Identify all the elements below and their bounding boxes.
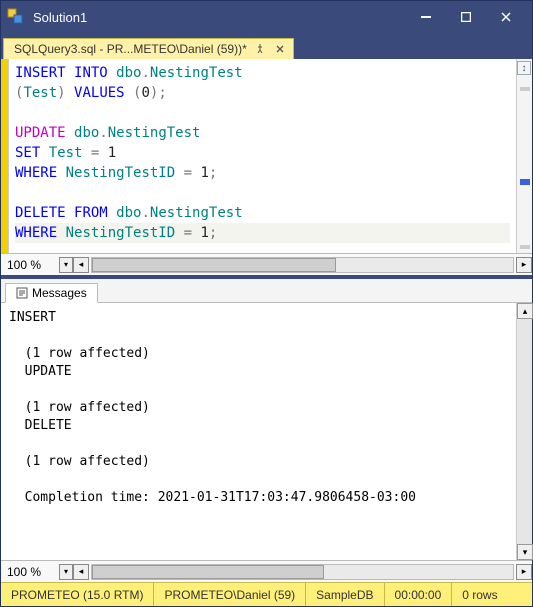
results-hscrollbar[interactable] [91, 564, 514, 580]
results-hscroll-left-button[interactable]: ◂ [73, 564, 89, 580]
editor-hscrollbar[interactable] [91, 257, 514, 273]
change-indicator-bar [1, 59, 9, 253]
results-zoom-dropdown[interactable]: ▾ [59, 564, 73, 580]
vscroll-down-button[interactable]: ▾ [517, 544, 533, 560]
results-hscroll-right-button[interactable]: ▸ [516, 564, 532, 580]
split-toggle-icon[interactable]: ↕ [517, 61, 531, 75]
status-user: PROMETEO\Daniel (59) [154, 583, 306, 606]
hscroll-left-button[interactable]: ◂ [73, 257, 89, 273]
messages-output[interactable]: INSERT (1 row affected) UPDATE (1 row af… [1, 303, 516, 560]
window-title: Solution1 [33, 10, 87, 25]
titlebar: Solution1 [1, 1, 532, 33]
messages-vscrollbar[interactable]: ▴ ▾ [516, 303, 532, 560]
statusbar: PROMETEO (15.0 RTM) PROMETEO\Daniel (59)… [1, 582, 532, 606]
document-tab-label: SQLQuery3.sql - PR...METEO\Daniel (59))* [14, 42, 247, 56]
messages-tab-label: Messages [32, 286, 87, 300]
status-server: PROMETEO (15.0 RTM) [1, 583, 154, 606]
editor-pane: INSERT INTO dbo.NestingTest (Test) VALUE… [1, 59, 532, 279]
editor-zoom-dropdown[interactable]: ▾ [59, 257, 73, 273]
app-icon [7, 8, 25, 26]
main: INSERT INTO dbo.NestingTest (Test) VALUE… [1, 59, 532, 582]
status-database: SampleDB [306, 583, 384, 606]
document-tabbar: SQLQuery3.sql - PR...METEO\Daniel (59))* [1, 33, 532, 59]
document-tab[interactable]: SQLQuery3.sql - PR...METEO\Daniel (59))* [3, 38, 294, 59]
vscroll-up-button[interactable]: ▴ [517, 303, 533, 319]
messages-icon [16, 287, 28, 299]
status-row-count: 0 rows [452, 583, 507, 606]
results-tabbar: Messages [1, 279, 532, 303]
messages-tab[interactable]: Messages [5, 283, 98, 303]
editor-hscroll-thumb[interactable] [92, 258, 336, 272]
results-pane: Messages INSERT (1 row affected) UPDATE … [1, 279, 532, 582]
results-hscroll-thumb[interactable] [92, 565, 324, 579]
editor-zoom-value: 100 % [1, 258, 59, 272]
editor-footer: 100 % ▾ ◂ ▸ [1, 253, 532, 275]
close-button[interactable] [486, 3, 526, 31]
minimize-button[interactable] [406, 3, 446, 31]
maximize-button[interactable] [446, 3, 486, 31]
status-elapsed-time: 00:00:00 [385, 583, 453, 606]
results-footer: 100 % ▾ ◂ ▸ [1, 560, 532, 582]
hscroll-right-button[interactable]: ▸ [516, 257, 532, 273]
overview-ruler[interactable]: ↕ [516, 59, 532, 253]
sql-editor[interactable]: INSERT INTO dbo.NestingTest (Test) VALUE… [9, 59, 516, 253]
results-zoom-value: 100 % [1, 565, 59, 579]
close-tab-icon[interactable] [273, 42, 287, 56]
pin-icon[interactable] [253, 42, 267, 56]
